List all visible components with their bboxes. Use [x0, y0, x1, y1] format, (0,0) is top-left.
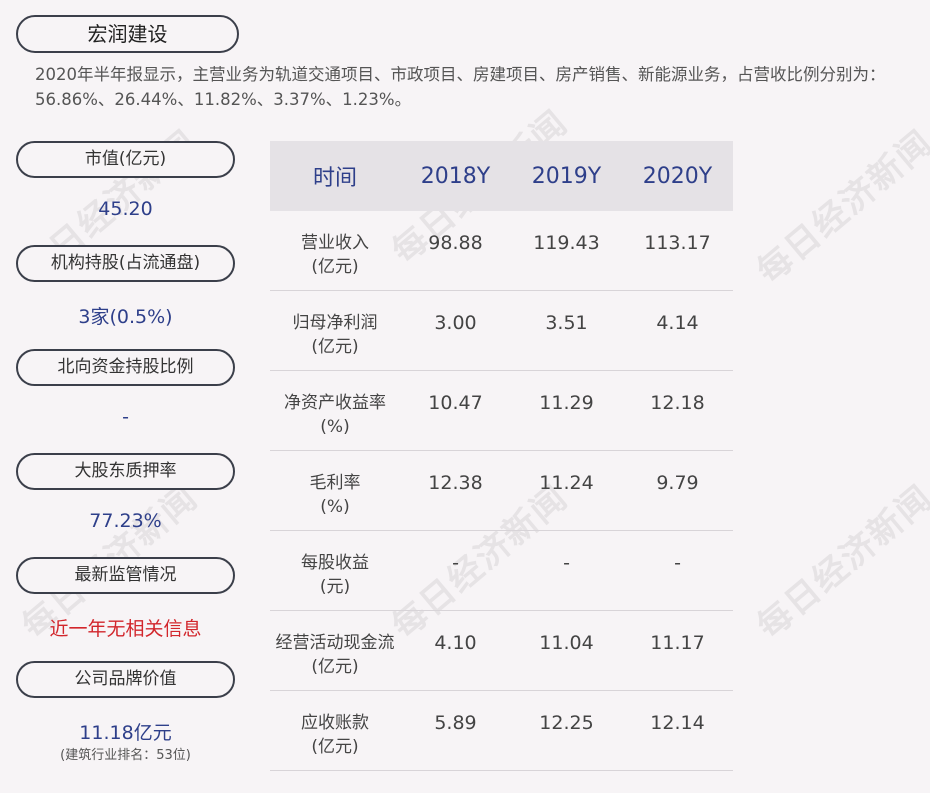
table-cell: - [563, 552, 570, 574]
metric-value-brand-value: 11.18亿元 [79, 722, 172, 744]
metric-value-market-cap: 45.20 [98, 198, 153, 220]
table-cell: 3.51 [545, 312, 588, 334]
metric-sub-brand-rank: (建筑行业排名：53位) [60, 748, 191, 763]
table-cell: 5.89 [434, 712, 477, 734]
table-header-cell: 2019Y [531, 163, 602, 189]
table-row: 每股收益 (元) - - - [270, 531, 733, 611]
metric-label-market-cap: 市值(亿元) [16, 141, 235, 178]
table-cell: 119.43 [533, 232, 600, 254]
table-cell: 113.17 [644, 232, 711, 254]
table-cell: 11.04 [539, 632, 594, 654]
metric-label-institutional-holdings: 机构持股(占流通盘) [16, 245, 235, 282]
metric-label-pledge-rate: 大股东质押率 [16, 453, 235, 490]
table-cell: 98.88 [428, 232, 483, 254]
watermark: 每日经济新闻 [749, 122, 930, 292]
metric-value-institutional-holdings: 3家(0.5%) [78, 306, 173, 328]
table-cell: 12.18 [650, 392, 705, 414]
business-summary: 2020年半年报显示，主营业务为轨道交通项目、市政项目、房建项目、房产销售、新能… [35, 65, 886, 109]
table-cell: 11.24 [539, 472, 594, 494]
metric-value-pledge-rate: 77.23% [89, 510, 162, 532]
table-cell: 4.14 [656, 312, 699, 334]
company-title: 宏润建设 [16, 15, 239, 53]
table-header-cell: 2018Y [420, 163, 491, 189]
row-label: 每股收益 (元) [301, 553, 369, 597]
metric-value-northbound-holding: - [122, 406, 129, 428]
table-cell: - [674, 552, 681, 574]
table-cell: 11.17 [650, 632, 705, 654]
table-cell: 12.14 [650, 712, 705, 734]
table-row: 毛利率 (%) 12.38 11.24 9.79 [270, 451, 733, 531]
watermark: 每日经济新闻 [749, 477, 930, 647]
row-label: 应收账款 (亿元) [301, 713, 369, 757]
table-cell: 12.25 [539, 712, 594, 734]
metric-value-regulatory-status: 近一年无相关信息 [49, 618, 202, 640]
table-header-cell: 2020Y [642, 163, 713, 189]
row-label: 净资产收益率 (%) [284, 393, 386, 437]
table-row: 归母净利润 (亿元) 3.00 3.51 4.14 [270, 291, 733, 371]
table-header: 时间 2018Y 2019Y 2020Y [270, 141, 733, 211]
table-cell: 12.38 [428, 472, 483, 494]
table-row: 应收账款 (亿元) 5.89 12.25 12.14 [270, 691, 733, 771]
table-cell: 10.47 [428, 392, 483, 414]
table-cell: 11.29 [539, 392, 594, 414]
financial-table: 时间 2018Y 2019Y 2020Y 营业收入 (亿元) 98.88 119.… [270, 141, 733, 771]
row-label: 经营活动现金流 (亿元) [275, 633, 395, 677]
table-row: 经营活动现金流 (亿元) 4.10 11.04 11.17 [270, 611, 733, 691]
row-label: 毛利率 (%) [309, 473, 361, 517]
table-cell: 3.00 [434, 312, 477, 334]
row-label: 营业收入 (亿元) [301, 233, 369, 277]
table-cell: 4.10 [434, 632, 477, 654]
metric-label-northbound-holding: 北向资金持股比例 [16, 349, 235, 386]
table-cell: 9.79 [656, 472, 699, 494]
row-label: 归母净利润 (亿元) [292, 313, 378, 357]
metric-label-regulatory-status: 最新监管情况 [16, 557, 235, 594]
table-row: 净资产收益率 (%) 10.47 11.29 12.18 [270, 371, 733, 451]
table-header-cell: 时间 [312, 166, 357, 191]
table-row: 营业收入 (亿元) 98.88 119.43 113.17 [270, 211, 733, 291]
metric-label-brand-value: 公司品牌价值 [16, 661, 235, 698]
table-cell: - [452, 552, 459, 574]
